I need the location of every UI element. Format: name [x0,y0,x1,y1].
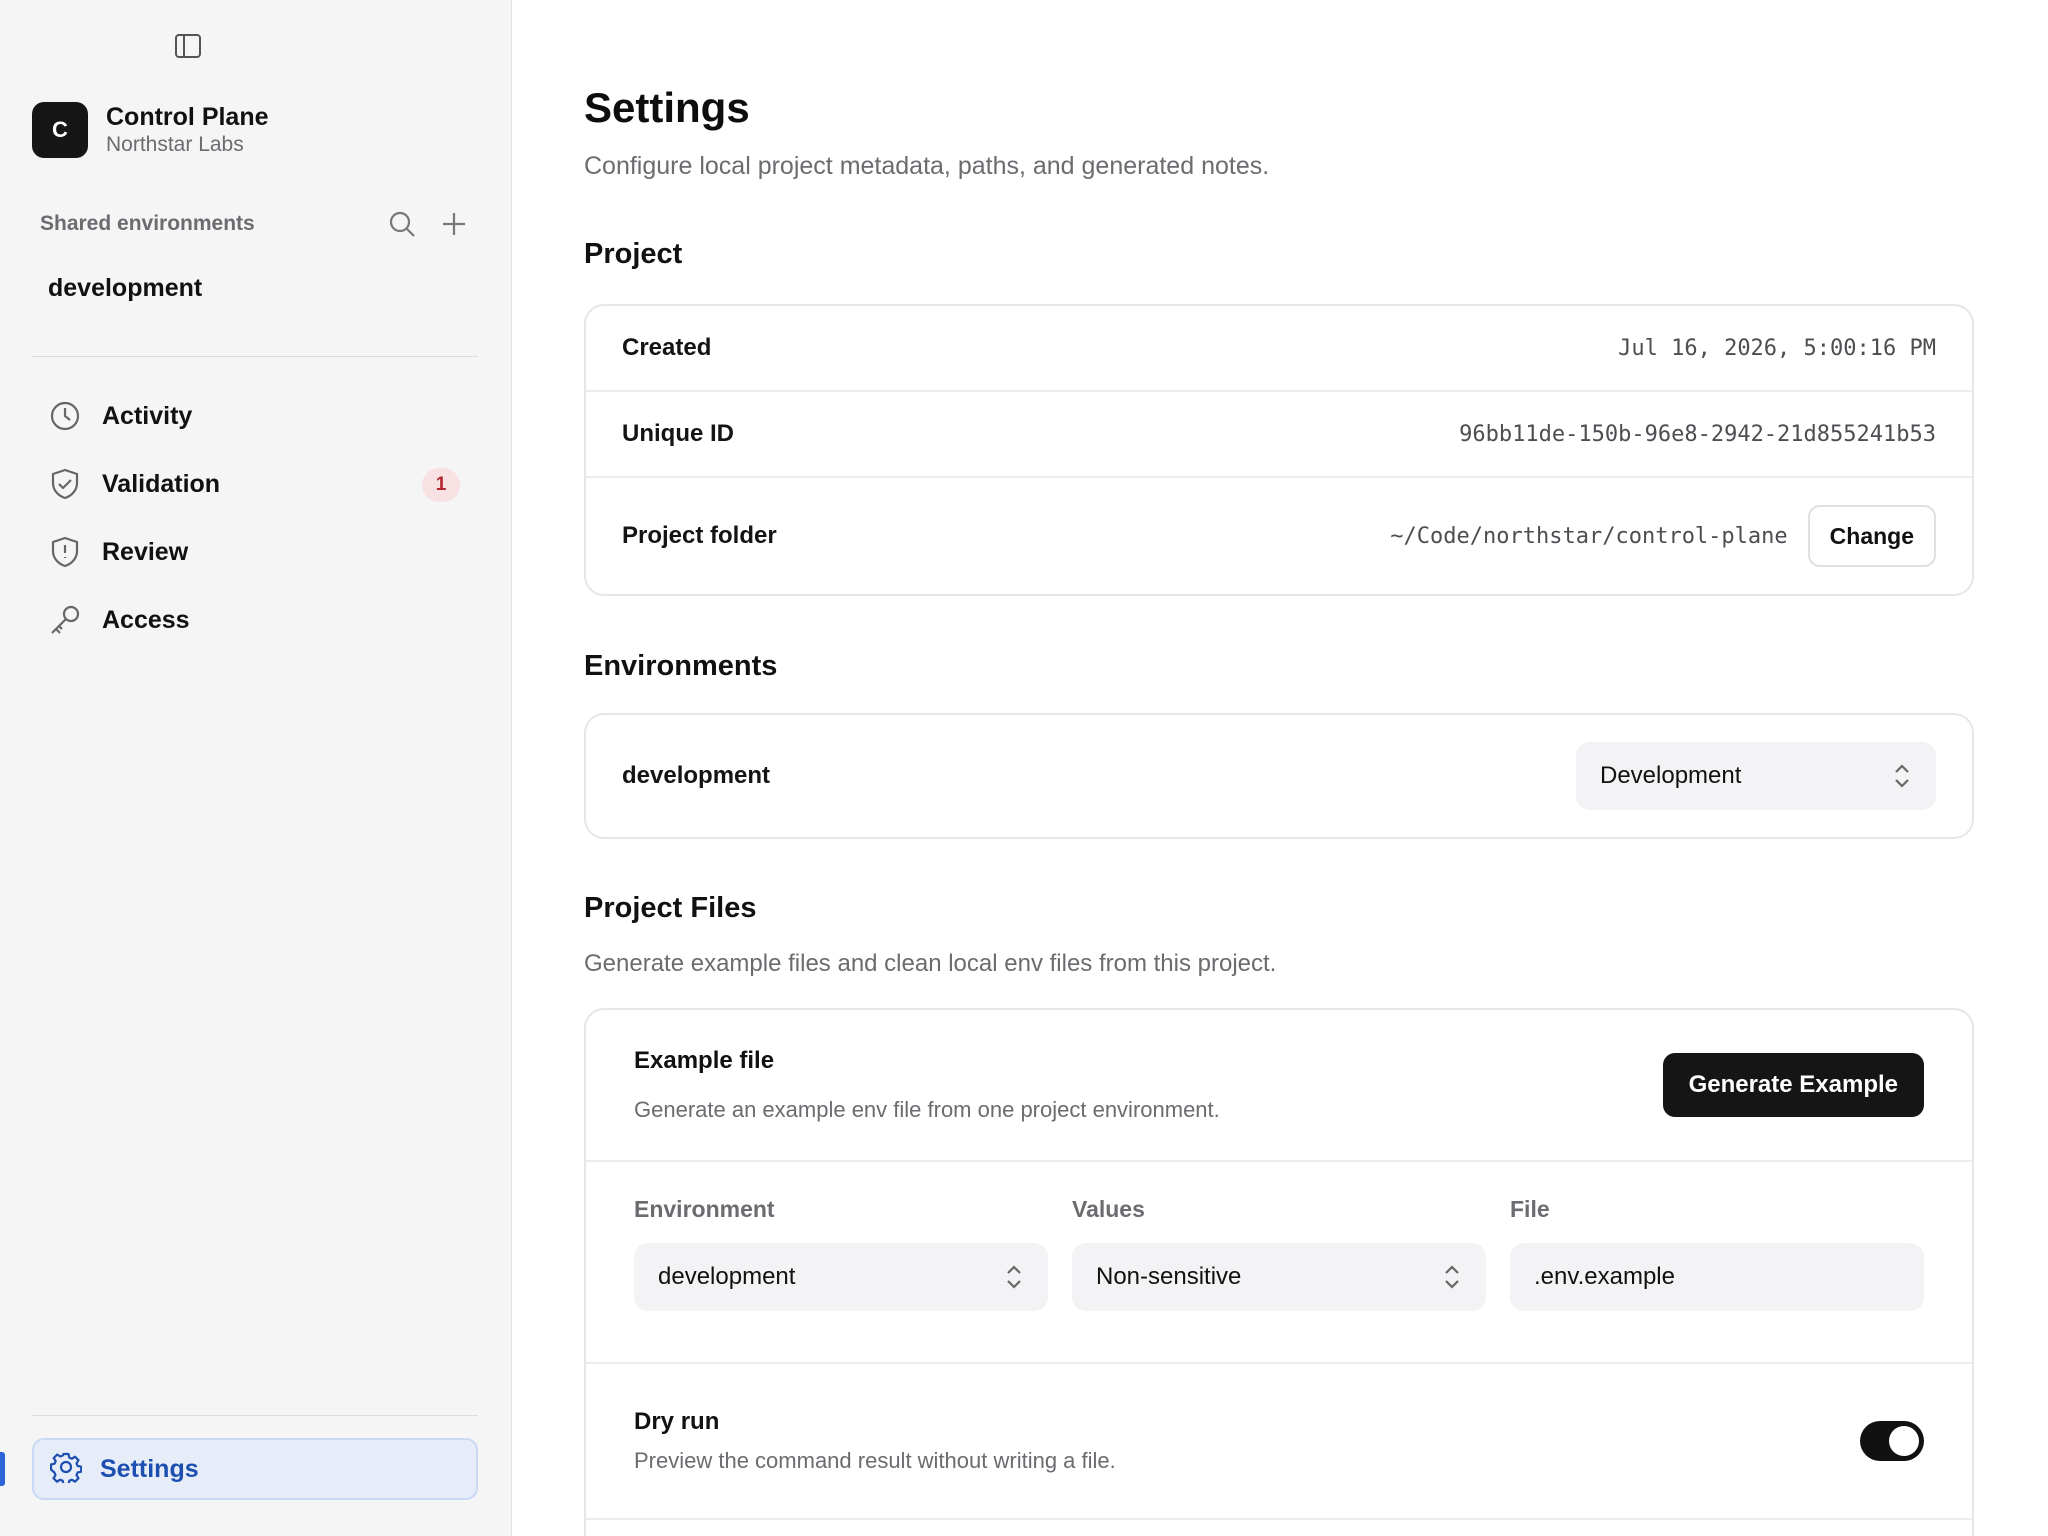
environment-select-value: development [658,1263,796,1290]
org-header[interactable]: C Control Plane Northstar Labs [32,102,269,158]
values-field: Values Non-sensitive [1072,1196,1486,1362]
project-heading: Project [584,238,683,270]
nav-item-activity[interactable]: Activity [32,382,478,450]
environments-card: development Development [584,713,1974,839]
unique-id-value: 96bb11de-150b-96e8-2942-21d855241b53 [1459,421,1936,447]
created-label: Created [622,334,712,361]
shield-check-icon [48,467,82,501]
org-subtitle: Northstar Labs [106,133,244,156]
active-indicator [0,1452,5,1486]
environment-row: development Development [586,715,1972,837]
project-files-heading: Project Files [584,892,757,924]
values-field-label: Values [1072,1196,1145,1222]
shield-alert-icon [48,535,82,569]
chevron-up-down-icon [1445,1265,1459,1289]
chevron-up-down-icon [1895,764,1909,788]
validation-count-badge: 1 [422,468,460,502]
values-select-value: Non-sensitive [1096,1263,1242,1290]
project-folder-path: ~/Code/northstar/control-plane [1390,523,1788,549]
plus-icon [443,213,465,235]
dry-run-title: Dry run [634,1408,720,1435]
example-file-card: Example file Generate an example env fil… [584,1008,1974,1536]
shared-environments-header: Shared environments [40,208,470,240]
nav-item-settings[interactable]: Settings [32,1438,478,1500]
generate-example-button[interactable]: Generate Example [1662,1053,1924,1117]
file-field: File .env.example [1510,1196,1924,1362]
dry-run-description: Preview the command result without writi… [634,1448,1116,1473]
project-folder-row: Project folder ~/Code/northstar/control-… [586,478,1972,594]
sidebar-toggle-icon [175,34,201,58]
divider [32,1415,478,1416]
org-name: Control Plane [106,103,269,131]
project-card: Created Jul 16, 2026, 5:00:16 PM Unique … [584,304,1974,596]
nav-item-label: Validation [102,469,221,498]
key-icon [48,603,82,637]
environment-field-label: Environment [634,1196,775,1222]
nav-item-label: Settings [100,1454,199,1483]
project-folder-label: Project folder [622,522,777,549]
file-name-input[interactable]: .env.example [1510,1243,1924,1311]
environment-select[interactable]: development [634,1243,1048,1311]
nav-item-validation[interactable]: Validation 1 [32,450,478,518]
unique-id-row: Unique ID 96bb11de-150b-96e8-2942-21d855… [586,392,1972,478]
change-folder-button[interactable]: Change [1807,505,1936,567]
dry-run-row: Dry run Preview the command result witho… [586,1364,1972,1520]
clock-icon [48,399,82,433]
example-file-header: Example file Generate an example env fil… [586,1010,1972,1162]
example-file-options: Environment development Values Non-sensi… [586,1162,1972,1364]
nav-item-label: Review [102,537,189,566]
toggle-knob [1889,1426,1919,1456]
sidebar-nav: Activity Validation 1 Review Access [32,382,478,654]
sidebar-environment-item[interactable]: development [48,274,202,303]
nav-item-label: Activity [102,401,193,430]
gear-icon [49,1451,83,1488]
file-field-label: File [1510,1196,1550,1222]
sidebar-toggle-button[interactable] [172,30,204,62]
org-logo: C [32,102,88,158]
project-files-description: Generate example files and clean local e… [584,950,1277,977]
created-value: Jul 16, 2026, 5:00:16 PM [1618,335,1936,361]
divider [32,356,478,357]
example-file-description: Generate an example env file from one pr… [634,1097,1220,1122]
dry-run-toggle[interactable] [1860,1421,1924,1461]
values-select[interactable]: Non-sensitive [1072,1243,1486,1311]
chevron-up-down-icon [1007,1265,1021,1289]
nav-item-access[interactable]: Access [32,586,478,654]
environment-field: Environment development [634,1196,1048,1362]
example-file-title: Example file [634,1047,775,1074]
environment-name: development [622,762,771,789]
search-icon [389,211,415,237]
environment-type-select[interactable]: Development [1576,742,1936,810]
add-environment-button[interactable] [438,208,470,240]
sidebar: C Control Plane Northstar Labs Shared en… [0,0,512,1536]
unique-id-label: Unique ID [622,420,734,447]
nav-item-review[interactable]: Review [32,518,478,586]
environment-type-value: Development [1600,762,1742,789]
environments-heading: Environments [584,650,778,682]
page-title: Settings [584,84,750,131]
search-button[interactable] [386,208,418,240]
page-subtitle: Configure local project metadata, paths,… [584,152,1270,180]
nav-item-label: Access [102,605,190,634]
created-row: Created Jul 16, 2026, 5:00:16 PM [586,306,1972,392]
shared-environments-label: Shared environments [40,212,255,235]
